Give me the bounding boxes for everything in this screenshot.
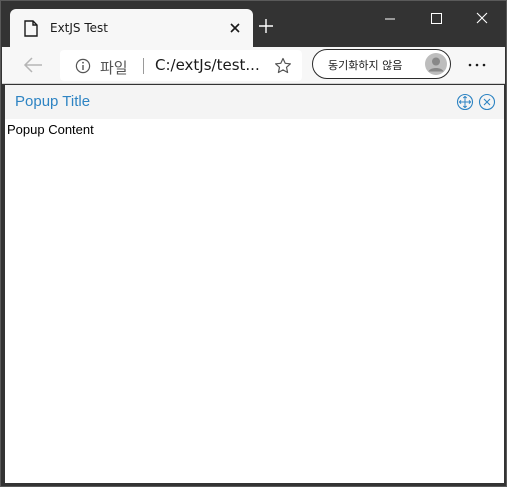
browser-window: ExtJS Test 파일 C:/extJs/test... 동기화하지 않음 … xyxy=(0,0,507,487)
tab-extjs-test[interactable]: ExtJS Test xyxy=(10,9,253,47)
page-icon xyxy=(24,20,38,37)
popup-header: Popup Title xyxy=(5,85,504,119)
minimize-icon[interactable] xyxy=(367,1,413,37)
move-icon[interactable] xyxy=(456,93,474,111)
tab-title: ExtJS Test xyxy=(50,21,108,35)
page-content: Popup Title Popup Content xyxy=(5,85,504,483)
close-circle-icon[interactable] xyxy=(478,93,496,111)
favorite-star-icon[interactable] xyxy=(274,57,292,75)
address-url[interactable]: C:/extJs/test... xyxy=(155,56,260,74)
more-menu-icon[interactable] xyxy=(465,54,489,76)
maximize-icon[interactable] xyxy=(413,1,459,37)
address-scheme-label: 파일 xyxy=(100,59,128,77)
sync-label: 동기화하지 않음 xyxy=(328,59,403,72)
profile-sync-button[interactable]: 동기화하지 않음 xyxy=(312,49,451,79)
tab-close-icon[interactable] xyxy=(228,21,242,35)
info-icon[interactable] xyxy=(75,58,91,74)
popup-title: Popup Title xyxy=(15,93,91,110)
back-arrow-icon[interactable] xyxy=(22,55,44,75)
new-tab-icon[interactable] xyxy=(258,18,274,34)
address-divider xyxy=(143,58,144,74)
avatar-icon xyxy=(425,53,447,75)
browser-toolbar: 파일 C:/extJs/test... 동기화하지 않음 xyxy=(2,47,505,84)
window-close-icon[interactable] xyxy=(459,1,505,37)
tab-strip: ExtJS Test xyxy=(1,1,506,47)
popup-content: Popup Content xyxy=(7,122,94,137)
address-bar[interactable]: 파일 C:/extJs/test... xyxy=(60,50,302,81)
